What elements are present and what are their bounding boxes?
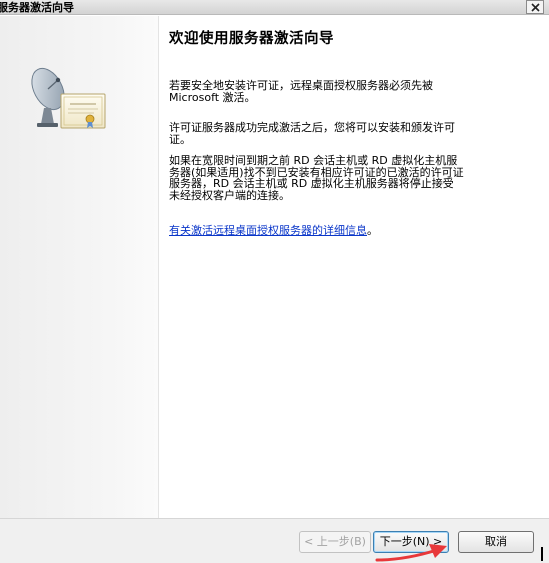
grace-period-warning-text: 如果在宽限时间到期之前 RD 会话主机或 RD 虚拟化主机服务器(如果适用)找不… <box>169 154 464 202</box>
activation-intro-text: 若要安全地安装许可证，远程桌面授权服务器必须先被 Microsoft 激活。 <box>169 79 433 104</box>
text-cursor-icon <box>541 547 543 561</box>
wizard-footer: < 上一步(B) 下一步(N) > 取消 <box>0 518 549 563</box>
title-bar[interactable]: 服务器激活向导 <box>0 0 549 15</box>
satellite-certificate-icon <box>31 67 106 129</box>
window-title: 服务器激活向导 <box>0 1 74 14</box>
server-activation-wizard-window: 服务器激活向导 欢迎使用服务器激活向导 若要安全地安装许可证，远程桌面授权服务器… <box>0 0 549 563</box>
close-button[interactable] <box>526 0 544 14</box>
wizard-side-panel <box>0 16 159 518</box>
close-icon <box>531 3 540 12</box>
more-info-line: 有关激活远程桌面授权服务器的详细信息。 <box>169 222 378 238</box>
activation-info-link[interactable]: 有关激活远程桌面授权服务器的详细信息 <box>169 224 367 237</box>
page-title: 欢迎使用服务器激活向导 <box>169 31 334 47</box>
license-issue-text: 许可证服务器成功完成激活之后，您将可以安装和颁发许可证。 <box>169 121 455 146</box>
back-button[interactable]: < 上一步(B) <box>299 531 371 553</box>
link-period: 。 <box>367 224 378 237</box>
red-arrow-annotation-icon <box>375 544 447 562</box>
cancel-button[interactable]: 取消 <box>458 531 534 553</box>
